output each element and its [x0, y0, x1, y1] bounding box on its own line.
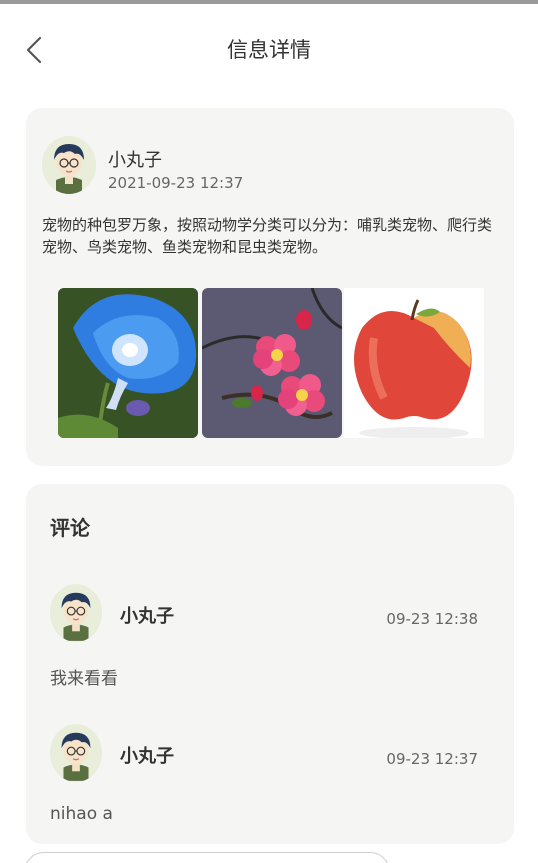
- comment-text: nihao a: [50, 804, 113, 824]
- comment-item: 小丸子 09-23 12:38 我来看看: [26, 582, 514, 702]
- boy-avatar-icon: [50, 725, 102, 781]
- post-image-pink-flowers[interactable]: [202, 288, 342, 438]
- comment-author-name[interactable]: 小丸子: [120, 742, 174, 768]
- comments-card: 评论 小丸子 09-23 12:38 我来看看 小丸子 09-23 12:37 …: [26, 484, 514, 844]
- comment-text: 我来看看: [50, 669, 118, 689]
- page-title: 信息详情: [227, 38, 311, 62]
- comment-input-field[interactable]: [24, 852, 390, 863]
- red-apple-image: [344, 288, 484, 438]
- post-timestamp: 2021-09-23 12:37: [108, 174, 244, 192]
- post-image-apple[interactable]: [344, 288, 484, 438]
- comments-title: 评论: [50, 516, 90, 540]
- boy-avatar-icon: [42, 136, 96, 194]
- boy-avatar-icon: [50, 585, 102, 641]
- avatar[interactable]: [50, 724, 102, 782]
- post-content: 宠物的种包罗万象，按照动物学分类可以分为：哺乳类宠物、爬行类宠物、鸟类宠物、鱼类…: [42, 216, 493, 256]
- post-author-name[interactable]: 小丸子: [108, 146, 162, 172]
- avatar[interactable]: [50, 584, 102, 642]
- avatar[interactable]: [42, 136, 96, 194]
- blue-flower-image: [58, 288, 198, 438]
- pink-flowers-image: [202, 288, 342, 438]
- header-bar: 信息详情: [0, 4, 538, 92]
- comment-item: 小丸子 09-23 12:37 nihao a: [26, 722, 514, 842]
- comment-author-name[interactable]: 小丸子: [120, 602, 174, 628]
- comment-timestamp: 09-23 12:37: [386, 750, 478, 768]
- post-image-morning-glory[interactable]: [58, 288, 198, 438]
- post-card: 小丸子 2021-09-23 12:37 宠物的种包罗万象，按照动物学分类可以分…: [26, 108, 514, 466]
- comment-timestamp: 09-23 12:38: [386, 610, 478, 628]
